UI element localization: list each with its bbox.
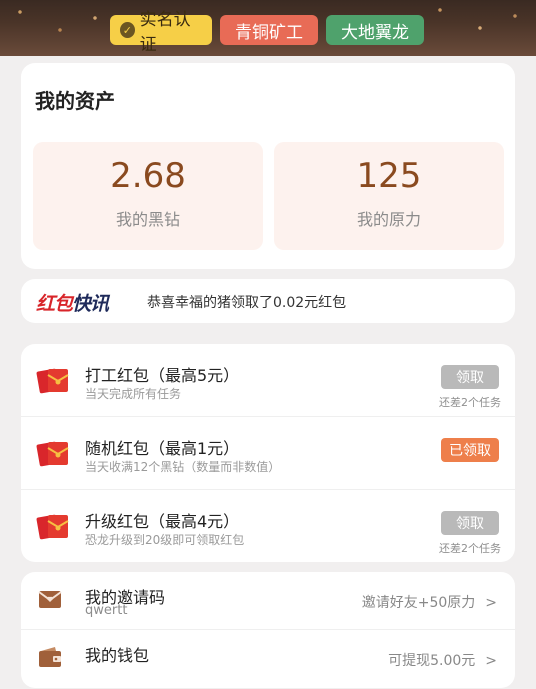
claim-button[interactable]: 领取 [441, 365, 499, 389]
task-item: 升级红包（最高4元） 恐龙升级到20级即可领取红包 领取 还差2个任务 [21, 489, 515, 562]
news-text: 恭喜幸福的猪领取了0.02元红包 [147, 295, 347, 311]
task-item: 随机红包（最高1元） 当天收满12个黑钻（数量而非数值） 已领取 [21, 416, 515, 489]
rank-badge[interactable]: 青铜矿工 [220, 15, 318, 45]
level-badge[interactable]: 大地翼龙 [326, 15, 424, 45]
red-envelope-icon [36, 441, 69, 467]
force-value: 125 [356, 156, 422, 196]
task-list: 打工红包（最高5元） 当天完成所有任务 领取 还差2个任务 随机红包（最高1元）… [21, 344, 515, 562]
wallet-icon [39, 647, 61, 667]
claim-button[interactable]: 领取 [441, 511, 499, 535]
force-box[interactable]: 125 我的原力 [274, 142, 504, 250]
chevron-right-icon: > [485, 595, 497, 611]
task-item: 打工红包（最高5元） 当天完成所有任务 领取 还差2个任务 [21, 344, 515, 416]
invite-code-value: qwertt [85, 603, 128, 618]
badge-row: ✓ 实名认证 青铜矿工 大地翼龙 [110, 10, 424, 55]
verified-check-icon: ✓ [120, 22, 135, 38]
task-name: 随机红包（最高1元） [85, 439, 240, 458]
rank-badge-label: 青铜矿工 [235, 22, 303, 43]
wallet-row[interactable]: 我的钱包 可提现5.00元 > [21, 629, 515, 686]
black-diamond-box[interactable]: 2.68 我的黑钻 [33, 142, 263, 250]
assets-card: 我的资产 2.68 我的黑钻 125 我的原力 [21, 63, 515, 269]
verified-badge-label: 实名认证 [139, 10, 191, 55]
task-desc: 当天完成所有任务 [85, 387, 182, 401]
claimed-button[interactable]: 已领取 [441, 438, 499, 462]
invite-friends-link[interactable]: 邀请好友+50原力 > [362, 592, 497, 612]
assets-title: 我的资产 [35, 89, 115, 113]
invite-code-row[interactable]: 我的邀请码 qwertt 邀请好友+50原力 > [21, 572, 515, 628]
task-desc: 恐龙升级到20级即可领取红包 [85, 533, 245, 547]
force-label: 我的原力 [356, 210, 421, 229]
level-badge-label: 大地翼龙 [341, 22, 409, 43]
task-name: 升级红包（最高4元） [85, 512, 240, 531]
red-packet-news-bar[interactable]: 红包快讯 恭喜幸福的猪领取了0.02元红包 [21, 279, 515, 323]
red-envelope-icon [36, 514, 69, 540]
account-links: 我的邀请码 qwertt 邀请好友+50原力 > 我的钱包 可提现5.00元 > [21, 572, 515, 688]
red-envelope-icon [36, 368, 69, 394]
black-diamond-value: 2.68 [110, 156, 186, 196]
verified-badge[interactable]: ✓ 实名认证 [110, 10, 212, 55]
task-remaining: 还差2个任务 [439, 542, 501, 555]
black-diamond-label: 我的黑钻 [115, 210, 180, 229]
wallet-title: 我的钱包 [85, 646, 150, 665]
withdraw-link[interactable]: 可提现5.00元 > [388, 650, 497, 670]
news-logo: 红包快讯 [36, 293, 109, 315]
task-remaining: 还差2个任务 [439, 396, 501, 409]
header-banner: ✓ 实名认证 青铜矿工 大地翼龙 [0, 0, 536, 56]
task-name: 打工红包（最高5元） [85, 366, 240, 385]
chevron-right-icon: > [485, 653, 497, 669]
invite-mail-icon [38, 591, 62, 608]
task-desc: 当天收满12个黑钻（数量而非数值） [85, 460, 281, 474]
